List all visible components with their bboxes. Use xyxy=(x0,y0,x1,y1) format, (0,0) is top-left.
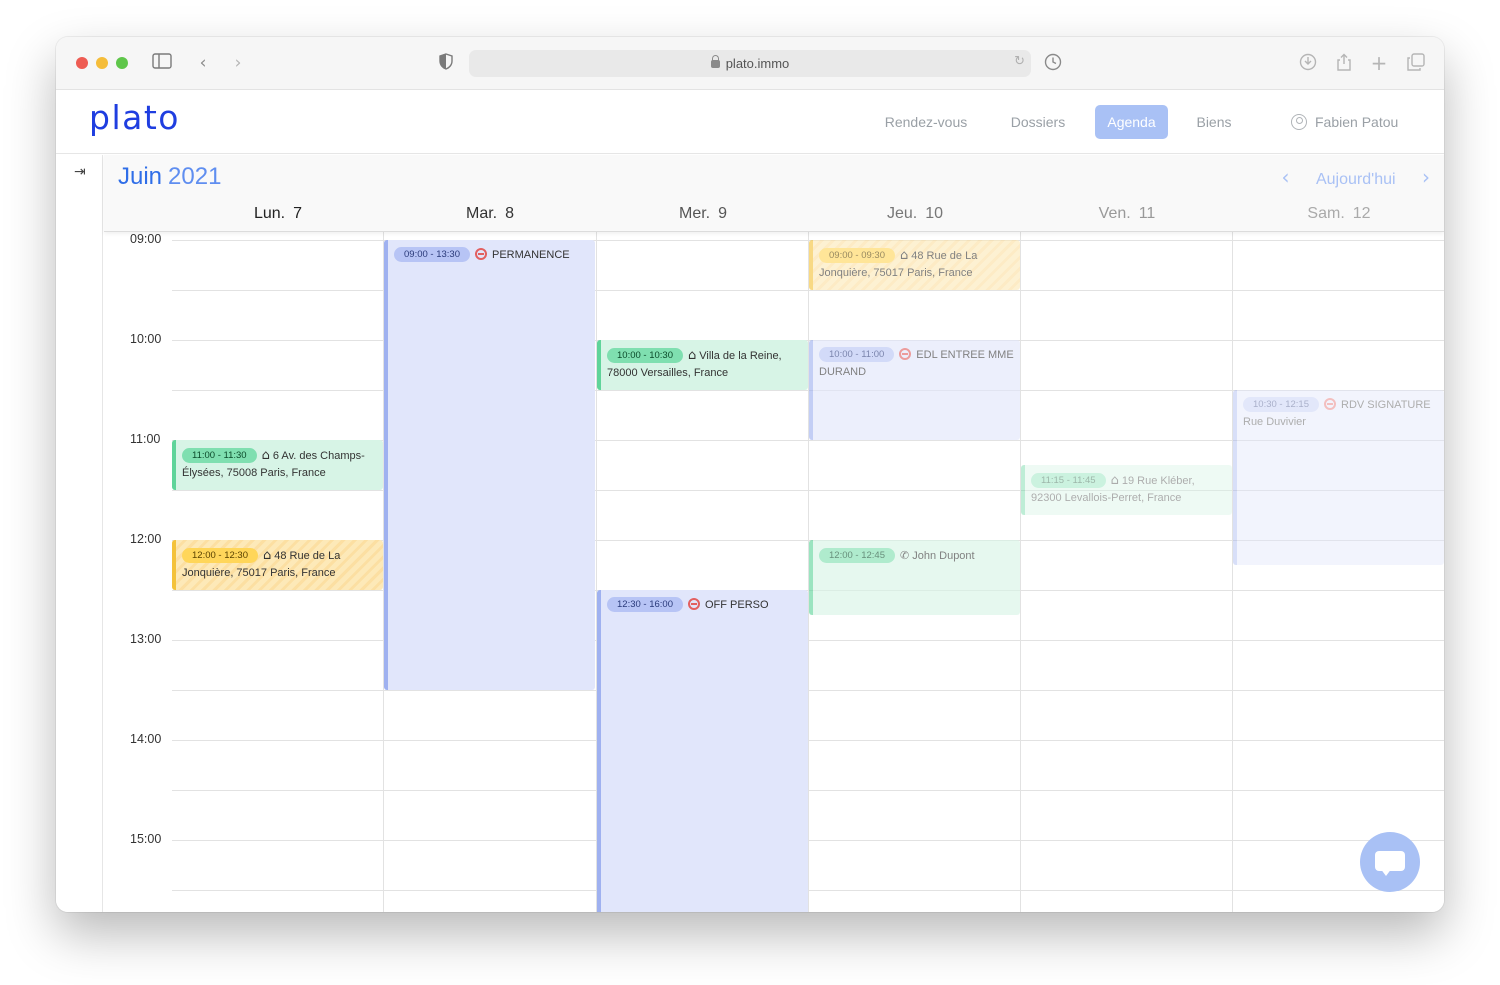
browser-window: ‹ › plato.immo ↻ + plato Rendez-vous Dos… xyxy=(56,37,1444,912)
day-header[interactable]: Sam. 12 xyxy=(1233,205,1444,223)
hour-label: 15:00 xyxy=(130,832,162,846)
logout-icon[interactable]: ⇥ xyxy=(74,164,86,180)
event-time-pill: 10:30 - 12:15 xyxy=(1243,397,1319,412)
sidebar-toggle-icon[interactable] xyxy=(152,53,172,73)
back-icon[interactable]: ‹ xyxy=(193,53,213,73)
calendar-event[interactable]: 12:00 - 12:45 ✆ John Dupont xyxy=(809,540,1020,615)
today-button[interactable]: Aujourd'hui xyxy=(1316,171,1396,188)
calendar-event[interactable]: 10:00 - 10:30 ⌂ Villa de la Reine, 78000 V… xyxy=(597,340,808,390)
privacy-shield-icon[interactable] xyxy=(436,53,456,73)
event-time-pill: 11:15 - 11:45 xyxy=(1031,473,1106,488)
no-entry-icon xyxy=(899,348,912,360)
new-tab-icon[interactable]: + xyxy=(1369,53,1389,73)
event-title: OFF PERSO xyxy=(705,599,769,611)
nav-agenda[interactable]: Agenda xyxy=(1095,105,1168,139)
chat-button[interactable] xyxy=(1360,832,1420,892)
hour-label: 13:00 xyxy=(130,632,162,646)
day-column-divider xyxy=(1020,232,1021,912)
nav-biens[interactable]: Biens xyxy=(1186,105,1242,139)
no-entry-icon xyxy=(1324,398,1336,410)
calendar-event[interactable]: 09:00 - 13:30 PERMANENCE xyxy=(384,240,595,690)
house-icon: ⌂ xyxy=(900,248,909,263)
user-icon xyxy=(1291,114,1307,130)
event-time-pill: 09:00 - 09:30 xyxy=(819,248,895,263)
url-text: plato.immo xyxy=(725,56,790,71)
no-entry-icon xyxy=(475,248,487,260)
nav-rendez-vous[interactable]: Rendez-vous xyxy=(874,105,978,139)
calendar-header: Juin 2021 ‹ Aujourd'hui › Lun. 7 Mar. 8 Mer. 9… xyxy=(104,155,1444,232)
hour-label: 11:00 xyxy=(130,432,161,446)
maximize-window-button[interactable] xyxy=(116,57,128,69)
lock-icon xyxy=(710,55,720,68)
week-grid[interactable]: 09:00 10:00 11:00 12:00 13:00 14:00 15:00 11:00… xyxy=(104,232,1444,912)
browser-toolbar: ‹ › plato.immo ↻ + xyxy=(56,37,1444,90)
event-time-pill: 12:00 - 12:30 xyxy=(182,548,258,563)
previous-week-icon[interactable]: ‹ xyxy=(1282,165,1290,189)
download-icon[interactable] xyxy=(1298,53,1318,73)
history-icon[interactable] xyxy=(1043,53,1063,73)
minimize-window-button[interactable] xyxy=(96,57,108,69)
day-header[interactable]: Ven. 11 xyxy=(1021,205,1233,223)
hour-label: 14:00 xyxy=(130,732,162,746)
share-icon[interactable] xyxy=(1334,53,1354,73)
address-bar[interactable]: plato.immo ↻ xyxy=(469,50,1031,77)
month-title: Juin 2021 xyxy=(118,163,222,190)
phone-icon: ✆ xyxy=(900,549,910,562)
app-header: plato Rendez-vous Dossiers Agenda Biens … xyxy=(56,90,1444,154)
hour-label: 10:00 xyxy=(130,332,162,346)
calendar-event[interactable]: 09:00 - 09:30 ⌂ 48 Rue de La Jonquière, 75… xyxy=(809,240,1020,290)
event-time-pill: 09:00 - 13:30 xyxy=(394,247,470,262)
calendar-event[interactable]: 11:00 - 11:30 ⌂ 6 Av. des Champs-Élysées, … xyxy=(172,440,383,490)
user-name: Fabien Patou xyxy=(1315,114,1399,130)
house-icon: ⌂ xyxy=(261,448,270,463)
hour-label: 09:00 xyxy=(130,232,162,246)
no-entry-icon xyxy=(688,598,700,610)
day-header[interactable]: Mer. 9 xyxy=(597,205,809,223)
calendar-event[interactable]: 12:30 - 16:00 OFF PERSO xyxy=(597,590,808,912)
hour-label: 12:00 xyxy=(130,532,162,546)
event-title: John Dupont xyxy=(912,550,975,562)
user-menu[interactable]: Fabien Patou xyxy=(1291,105,1398,139)
event-title: PERMANENCE xyxy=(492,249,570,261)
side-rail: ⇥ xyxy=(56,155,103,912)
house-icon: ⌂ xyxy=(263,548,272,563)
next-week-icon[interactable]: › xyxy=(1422,165,1430,189)
house-icon: ⌂ xyxy=(688,348,697,363)
calendar-event[interactable]: 12:00 - 12:30 ⌂ 48 Rue de La Jonquière, 75… xyxy=(172,540,383,590)
event-time-pill: 10:00 - 10:30 xyxy=(607,348,683,363)
close-window-button[interactable] xyxy=(76,57,88,69)
forward-icon[interactable]: › xyxy=(228,53,248,73)
calendar-event[interactable]: 10:30 - 12:15 RDV SIGNATURE Rue Duvivier xyxy=(1233,390,1444,565)
tab-overview-icon[interactable] xyxy=(1406,53,1426,73)
event-time-pill: 11:00 - 11:30 xyxy=(182,448,257,463)
day-header[interactable]: Mar. 8 xyxy=(384,205,596,223)
day-header[interactable]: Jeu. 10 xyxy=(809,205,1021,223)
date-navigation: ‹ Aujourd'hui › xyxy=(1282,165,1430,189)
event-time-pill: 12:30 - 16:00 xyxy=(607,597,683,612)
event-time-pill: 10:00 - 11:00 xyxy=(819,347,895,362)
reload-icon[interactable]: ↻ xyxy=(1014,54,1025,69)
calendar-event[interactable]: 11:15 - 11:45 ⌂ 19 Rue Kléber, 92300 Leval… xyxy=(1021,465,1232,515)
nav-dossiers[interactable]: Dossiers xyxy=(998,105,1078,139)
calendar-event[interactable]: 10:00 - 11:00 EDL ENTREE MME DURAND xyxy=(809,340,1020,440)
house-icon: ⌂ xyxy=(1110,473,1119,488)
day-header[interactable]: Lun. 7 xyxy=(172,205,384,223)
plato-logo[interactable]: plato xyxy=(89,98,180,137)
day-column-divider xyxy=(1232,232,1233,912)
event-time-pill: 12:00 - 12:45 xyxy=(819,548,895,563)
